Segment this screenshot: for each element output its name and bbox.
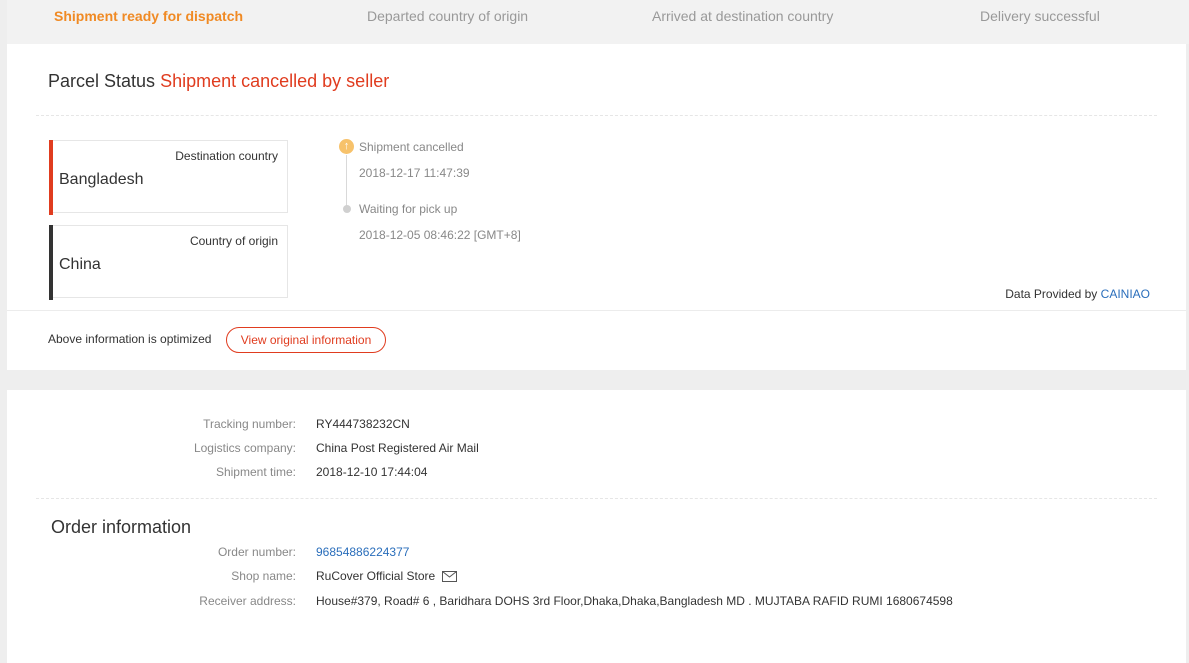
timeline-event-title: Shipment cancelled xyxy=(359,140,464,154)
step-arrived-destination: Arrived at destination country xyxy=(652,8,834,24)
tracking-number-label: Tracking number: xyxy=(203,417,296,431)
dot-icon xyxy=(343,205,351,213)
step-delivery-successful: Delivery successful xyxy=(980,8,1100,24)
origin-country-label: Country of origin xyxy=(189,234,278,248)
order-number-label: Order number: xyxy=(217,545,296,559)
parcel-status-label: Parcel Status xyxy=(48,71,156,91)
data-provider-prefix: Data Provided by xyxy=(1005,287,1098,301)
parcel-status-card: Parcel Status Shipment cancelled by sell… xyxy=(7,44,1186,370)
destination-country-box: Destination country Bangladesh xyxy=(49,140,288,215)
progress-steps: Shipment ready for dispatch Departed cou… xyxy=(7,0,1189,44)
origin-country-value: China xyxy=(59,256,101,273)
timeline-line xyxy=(346,155,347,207)
view-original-info-button[interactable]: View original information xyxy=(226,327,386,353)
shipment-order-card: Tracking number: RY444738232CN Logistics… xyxy=(7,390,1186,663)
shipment-time-label: Shipment time: xyxy=(215,465,296,479)
tracking-number-value: RY444738232CN xyxy=(316,417,410,431)
parcel-status-value: Shipment cancelled by seller xyxy=(160,71,390,91)
destination-accent-bar xyxy=(49,140,53,215)
divider xyxy=(7,310,1186,311)
optimized-notice: Above information is optimized xyxy=(48,332,212,346)
divider xyxy=(36,115,1157,116)
origin-country-box: Country of origin China xyxy=(49,225,288,300)
destination-country-value: Bangladesh xyxy=(59,171,144,188)
shop-name-value: RuCover Official Store xyxy=(316,569,436,583)
shipment-time-value: 2018-12-10 17:44:04 xyxy=(316,465,428,479)
logistics-company-label: Logistics company: xyxy=(193,441,296,455)
order-number-link[interactable]: 96854886224377 xyxy=(316,545,409,559)
shop-name-row: RuCover Official Store xyxy=(316,569,457,583)
origin-accent-bar xyxy=(49,225,53,300)
timeline-event-time: 2018-12-17 11:47:39 xyxy=(359,166,470,180)
timeline-event-title: Waiting for pick up xyxy=(359,202,458,216)
divider xyxy=(36,498,1157,499)
logistics-company-value: China Post Registered Air Mail xyxy=(316,441,479,455)
timeline-event-time: 2018-12-05 08:46:22 [GMT+8] xyxy=(359,228,521,242)
order-information-title: Order information xyxy=(51,517,192,537)
shop-name-label: Shop name: xyxy=(231,569,296,583)
receiver-address-value: House#379, Road# 6 , Baridhara DOHS 3rd … xyxy=(316,594,953,608)
step-departed-origin: Departed country of origin xyxy=(367,8,529,24)
data-provider: Data Provided by CAINIAO xyxy=(1005,287,1150,301)
receiver-address-label: Receiver address: xyxy=(199,594,296,608)
step-ready-for-dispatch: Shipment ready for dispatch xyxy=(54,8,244,24)
mail-icon[interactable] xyxy=(441,571,457,582)
arrow-up-icon: ↑ xyxy=(339,139,354,154)
data-provider-link[interactable]: CAINIAO xyxy=(1101,287,1150,301)
parcel-status-heading: Parcel Status Shipment cancelled by sell… xyxy=(48,71,389,92)
destination-country-label: Destination country xyxy=(175,149,278,163)
